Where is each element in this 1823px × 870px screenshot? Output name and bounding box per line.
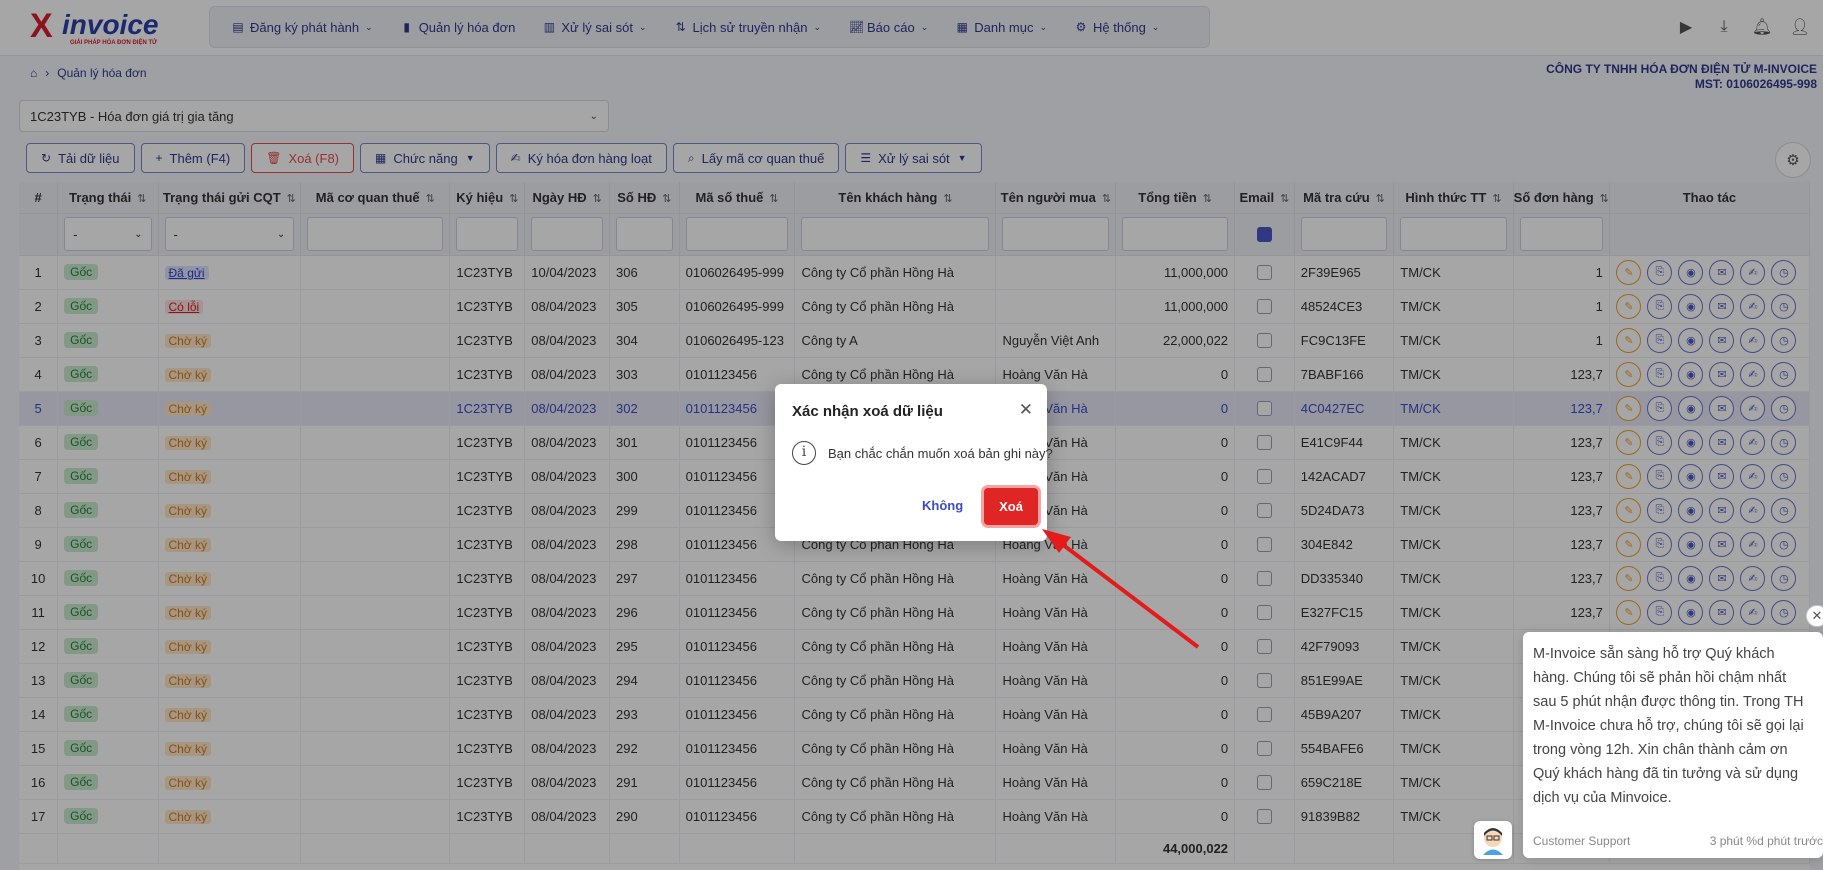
cancel-button[interactable]: Không — [922, 498, 963, 513]
info-icon: i — [792, 441, 816, 465]
support-agent-icon — [1483, 828, 1503, 855]
confirm-delete-button[interactable]: Xoá — [984, 488, 1038, 525]
dialog-title: Xác nhận xoá dữ liệu — [792, 403, 943, 420]
dialog-message: Bạn chắc chắn muốn xoá bản ghi này? — [828, 446, 1053, 461]
chat-time: 3 phút %d phút trước — [1709, 834, 1823, 848]
support-avatar[interactable] — [1474, 821, 1512, 859]
chat-footer: Customer Support 3 phút %d phút trước — [1533, 834, 1823, 848]
chat-sender: Customer Support — [1533, 834, 1631, 848]
confirm-delete-dialog: Xác nhận xoá dữ liệu ✕ i Bạn chắc chắn m… — [775, 384, 1053, 541]
chat-message: M-Invoice sẵn sàng hỗ trợ Quý khách hàng… — [1533, 646, 1804, 806]
close-icon[interactable]: ✕ — [1019, 400, 1033, 420]
chat-close-icon[interactable]: ✕ — [1806, 605, 1823, 627]
support-chat-bubble: M-Invoice sẵn sàng hỗ trợ Quý khách hàng… — [1523, 632, 1823, 858]
